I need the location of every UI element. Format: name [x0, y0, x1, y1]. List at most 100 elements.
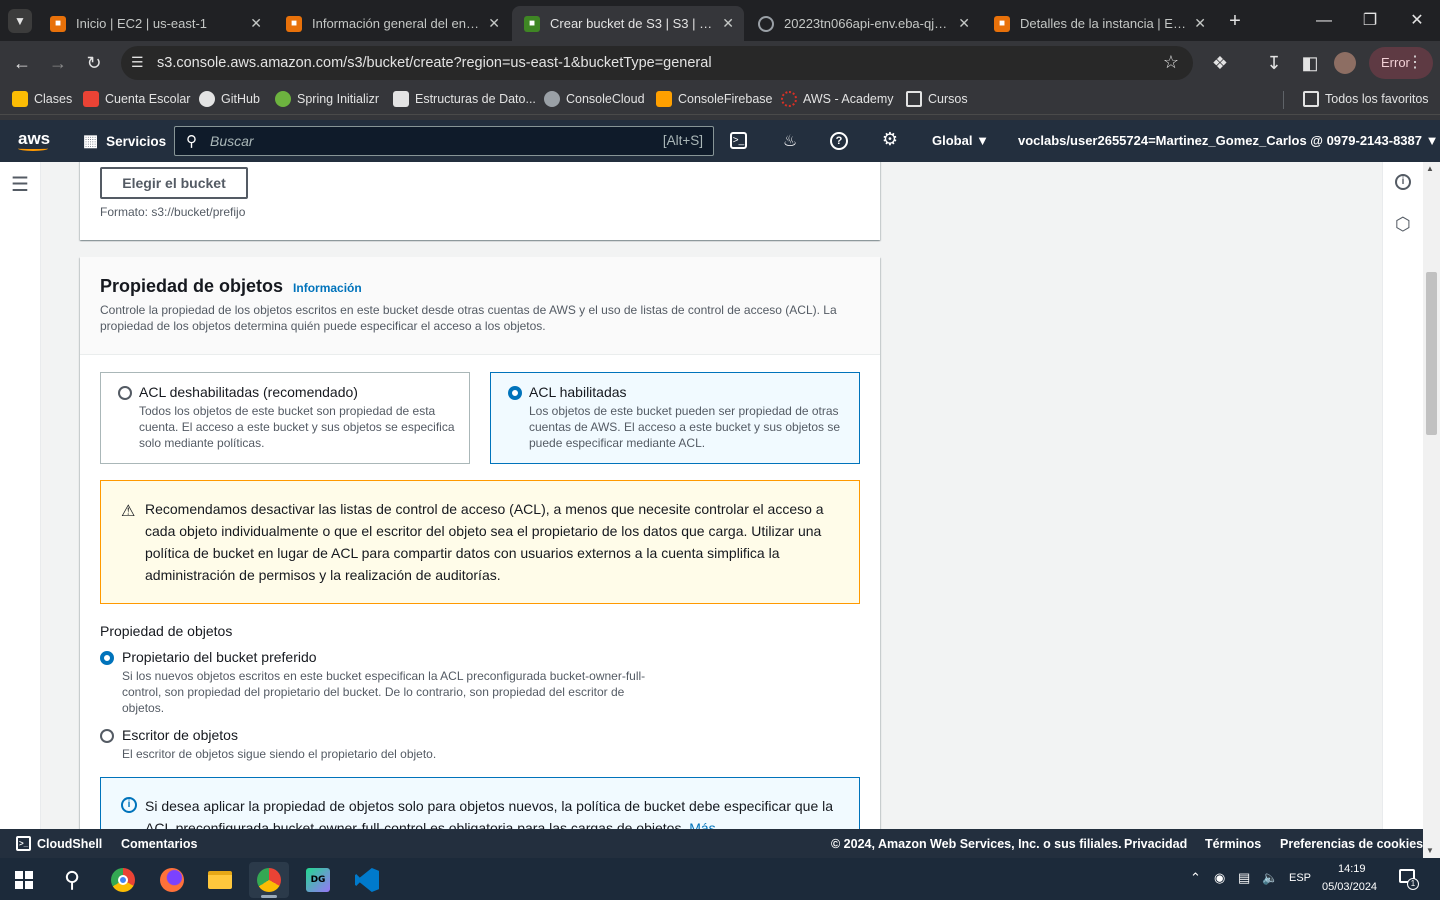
bookmark-estructuras[interactable]: Estructuras de Dato... [393, 91, 536, 107]
bookmark-github[interactable]: GitHub [199, 91, 260, 107]
cloudshell-icon[interactable]: >_ [730, 132, 747, 149]
info-link[interactable]: Información [293, 281, 362, 295]
scroll-up-arrow-icon[interactable]: ▲ [1426, 164, 1434, 173]
bookmark-label: ConsoleFirebase [678, 92, 773, 106]
firefox-icon[interactable] [152, 862, 192, 898]
page-scrollbar[interactable] [1423, 162, 1440, 858]
account-menu[interactable]: voclabs/user2655724=Martinez_Gomez_Carlo… [1018, 133, 1439, 148]
restore-window-icon[interactable]: ❐ [1358, 9, 1382, 33]
chrome-icon[interactable] [103, 862, 143, 898]
side-panel-icon[interactable]: ◧ [1298, 51, 1322, 75]
bookmark-aws-academy[interactable]: AWS - Academy [781, 91, 894, 107]
bookmark-clases[interactable]: Clases [12, 91, 72, 107]
region-label: Global [932, 133, 973, 148]
folder-icon [906, 91, 922, 107]
aws-logo[interactable]: aws [18, 129, 50, 151]
language-indicator[interactable]: ESP [1289, 872, 1311, 884]
scrollbar-thumb[interactable] [1426, 272, 1437, 435]
profile-avatar[interactable] [1334, 52, 1356, 74]
close-window-icon[interactable]: ✕ [1405, 9, 1429, 33]
close-tab-icon[interactable]: ✕ [958, 15, 970, 32]
browser-tab-4[interactable]: 20223tn066api-env.eba-qjmdu ✕ [746, 6, 980, 41]
browser-tab-5[interactable]: ■ Detalles de la instancia | EC2 | us-ea… [982, 6, 1216, 41]
clock-time[interactable]: 14:19 [1338, 863, 1366, 875]
tab-search-chevron-icon[interactable]: ▼ [8, 9, 32, 33]
vscode-icon[interactable] [347, 862, 387, 898]
cloud-console-icon [544, 91, 560, 107]
acl-enabled-tile[interactable]: ACL habilitadas Los objetos de este buck… [490, 372, 860, 464]
search-icon[interactable]: ⚲ [52, 862, 92, 898]
download-icon[interactable]: ↧ [1262, 51, 1286, 75]
section-title-text: Propiedad de objetos [100, 276, 284, 296]
privacy-link[interactable]: Privacidad [1124, 837, 1187, 851]
aws-search-input[interactable]: ⚲ Buscar [Alt+S] [174, 126, 714, 156]
object-writer-radio[interactable] [100, 729, 114, 743]
bookmark-label: GitHub [221, 92, 260, 106]
chrome-profile-icon[interactable] [249, 862, 289, 898]
bookmark-cuenta-escolar[interactable]: Cuenta Escolar [83, 91, 190, 107]
close-tab-icon[interactable]: ✕ [722, 15, 734, 32]
aws-academy-icon [781, 91, 797, 107]
show-hidden-icons-chevron-icon[interactable]: ⌃ [1190, 870, 1201, 886]
all-bookmarks-folder[interactable]: Todos los favoritos [1303, 91, 1429, 107]
browser-tab-3-active[interactable]: ■ Crear bucket de S3 | S3 | Global ✕ [512, 6, 744, 41]
notification-count-badge: 1 [1407, 878, 1419, 890]
new-tab-plus-icon[interactable]: + [1223, 9, 1247, 33]
hexagon-tool-icon[interactable]: ⬡ [1395, 214, 1411, 235]
info-panel-icon[interactable]: i [1395, 174, 1411, 190]
cloudshell-footer-icon[interactable]: >_ [16, 836, 31, 851]
camera-tray-icon[interactable]: ◉ [1214, 870, 1225, 886]
browser-tab-2[interactable]: ■ Información general del entorno ✕ [274, 6, 510, 41]
bucket-owner-preferred-radio[interactable] [100, 651, 114, 665]
clock-date[interactable]: 05/03/2024 [1322, 881, 1377, 893]
site-info-icon[interactable]: ☰ [131, 54, 144, 71]
bookmark-spring[interactable]: Spring Initializr [275, 91, 379, 107]
windows-start-icon[interactable] [4, 862, 44, 898]
bookmark-cursos[interactable]: Cursos [906, 91, 968, 107]
ownership-group-label: Propiedad de objetos [100, 623, 233, 639]
services-menu-button[interactable]: ▦ Servicios [83, 131, 166, 151]
info-more-link[interactable]: Más [689, 820, 715, 829]
bookmark-consolefirebase[interactable]: ConsoleFirebase [656, 91, 773, 107]
region-selector[interactable]: Global ▼ [932, 133, 989, 148]
settings-gear-icon[interactable]: ⚙ [880, 129, 900, 150]
extensions-icon[interactable]: ❖ [1208, 51, 1232, 75]
acl-disabled-radio[interactable] [118, 386, 132, 400]
address-bar[interactable]: ☰ s3.console.aws.amazon.com/s3/bucket/cr… [121, 46, 1193, 80]
close-tab-icon[interactable]: ✕ [250, 15, 262, 32]
back-arrow-icon[interactable]: ← [10, 51, 34, 75]
notifications-bell-icon[interactable]: ♨ [780, 131, 800, 151]
warning-text: Recomendamos desactivar las listas de co… [145, 501, 824, 583]
profile-error-button[interactable]: Error ⋮ [1369, 47, 1433, 79]
option-label[interactable]: Propietario del bucket preferido [122, 649, 317, 665]
network-tray-icon[interactable]: ▤ [1238, 870, 1250, 886]
cloudshell-link[interactable]: CloudShell [37, 837, 102, 851]
minimize-window-icon[interactable]: — [1312, 9, 1336, 33]
acl-disabled-tile[interactable]: ACL deshabilitadas (recomendado) Todos l… [100, 372, 470, 464]
tab-title: Información general del entorno [312, 16, 481, 31]
reload-icon[interactable]: ↻ [82, 51, 106, 75]
scroll-down-arrow-icon[interactable]: ▼ [1426, 846, 1434, 855]
cookie-preferences-link[interactable]: Preferencias de cookies [1280, 837, 1423, 851]
choose-bucket-button[interactable]: Elegir el bucket [100, 167, 248, 199]
close-tab-icon[interactable]: ✕ [1194, 15, 1206, 32]
volume-muted-icon[interactable]: 🔈 [1262, 870, 1278, 886]
option-label[interactable]: Escritor de objetos [122, 727, 238, 743]
more-menu-icon[interactable]: ⋮ [1407, 47, 1423, 79]
feedback-link[interactable]: Comentarios [121, 837, 197, 851]
close-tab-icon[interactable]: ✕ [488, 15, 500, 32]
file-explorer-icon[interactable] [200, 862, 240, 898]
globe-favicon-icon [758, 15, 774, 32]
bookmark-star-icon[interactable]: ☆ [1163, 52, 1179, 73]
forward-arrow-icon[interactable]: → [46, 51, 70, 75]
acl-enabled-radio[interactable] [508, 386, 522, 400]
bookmark-label: AWS - Academy [803, 92, 894, 106]
browser-tab-1[interactable]: ■ Inicio | EC2 | us-east-1 ✕ [38, 6, 272, 41]
url-text[interactable]: s3.console.aws.amazon.com/s3/bucket/crea… [157, 55, 712, 71]
bookmark-consolecloud[interactable]: ConsoleCloud [544, 91, 645, 107]
hamburger-menu-icon[interactable]: ☰ [11, 172, 29, 197]
terms-link[interactable]: Términos [1205, 837, 1261, 851]
help-icon[interactable]: ? [830, 132, 848, 150]
datagrip-icon[interactable]: DG [298, 862, 338, 898]
tab-title: Inicio | EC2 | us-east-1 [76, 16, 208, 31]
